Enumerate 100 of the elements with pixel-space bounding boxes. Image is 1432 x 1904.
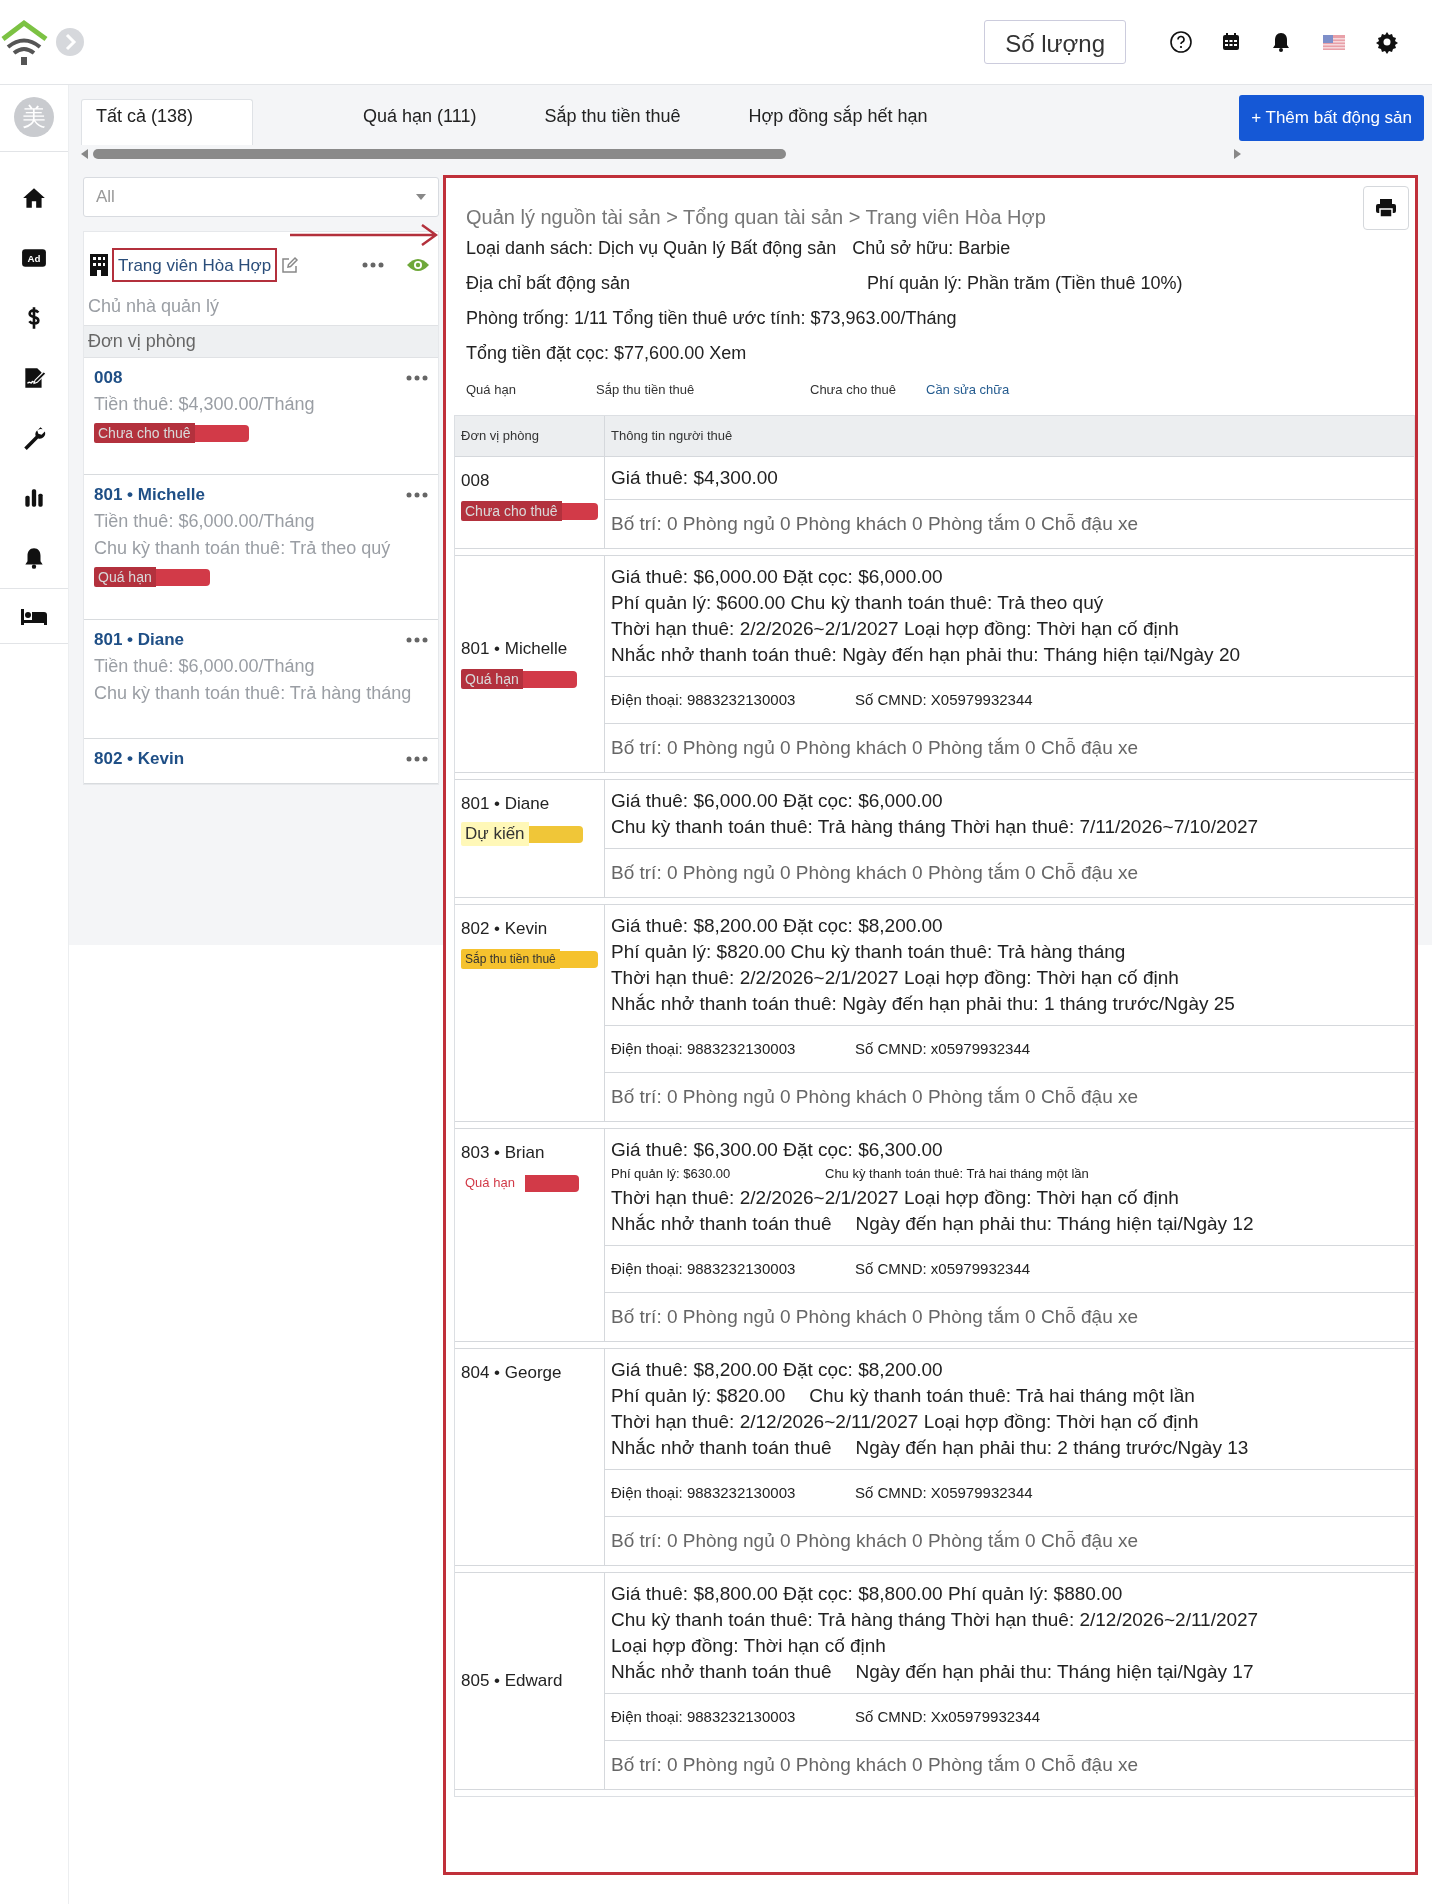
more-icon[interactable] — [406, 637, 428, 643]
wrench-icon[interactable] — [21, 425, 47, 451]
tenant-info: Nhắc nhở thanh toán thuê: Ngày đến hạn phải thu: 1 tháng trước/Ngày 25 — [611, 992, 1235, 1016]
more-icon[interactable] — [406, 756, 428, 762]
tenant-info: Điện thoại: 9883232130003 — [611, 1483, 797, 1503]
tenant-info: Điện thoại: 9883232130003 — [611, 1259, 797, 1279]
tenant-info: Giá thuê: $6,000.00 Đặt cọc: $6,000.00 — [611, 565, 943, 589]
tenant-info: Phí quản lý: $820.00 — [611, 1384, 786, 1408]
edit-icon[interactable] — [281, 256, 300, 274]
property-info: Địa chỉ bất động sản — [466, 273, 632, 294]
layout-info: Bố trí: 0 Phòng ngủ 0 Phòng khách 0 Phòng tắm 0 Chỗ đậu xe — [611, 736, 1139, 760]
tab[interactable]: Quá hạn (111) — [349, 99, 491, 145]
unit-name: 804 • George — [461, 1363, 563, 1383]
legend-label: Quá hạn — [466, 382, 517, 397]
column-header: Đơn vị phòng — [455, 416, 605, 456]
unit-item[interactable]: 008 Tiền thuê: $4,300.00/Tháng Chưa cho thuê — [84, 358, 438, 475]
tenant-info: Thời hạn thuê: 2/2/2026~2/1/2027 Loại hợp đồng: Thời hạn cố định — [611, 617, 1179, 641]
unit-name: 803 • Brian — [461, 1143, 546, 1163]
more-icon[interactable] — [362, 262, 384, 268]
breadcrumb: Quản lý nguồn tài sản > Tổng quan tài sản > Trang viên Hòa Hợp — [466, 206, 1046, 229]
scroll-left-icon[interactable] — [81, 149, 89, 159]
tenant-info: Nhắc nhở thanh toán thuê — [611, 1436, 832, 1460]
tenant-info: Số CMND: X05979932344 — [855, 1483, 1033, 1503]
unit-title: 008 — [94, 368, 123, 388]
unit-detail: Chu kỳ thanh toán thuê: Trả hàng tháng — [94, 683, 413, 704]
unit-name: 802 • Kevin — [461, 919, 549, 939]
tenant-info: Chu kỳ thanh toán thuê: Trả hàng tháng Thời hạn thuê: 7/11/2026~7/10/2027 — [611, 815, 1259, 839]
tenant-info: Số CMND: X05979932344 — [855, 690, 1033, 710]
tenant-info: Loại hợp đồng: Thời hạn cố định — [611, 1634, 886, 1658]
building-icon — [90, 254, 108, 276]
help-icon[interactable] — [1169, 30, 1193, 54]
layout-info: Bố trí: 0 Phòng ngủ 0 Phòng khách 0 Phòng tắm 0 Chỗ đậu xe — [611, 512, 1139, 536]
unit-title: 802 • Kevin — [94, 749, 185, 769]
printer-icon — [1376, 199, 1396, 217]
quantity-button[interactable]: Số lượng — [984, 20, 1126, 64]
layout-info: Bố trí: 0 Phòng ngủ 0 Phòng khách 0 Phòng tắm 0 Chỗ đậu xe — [611, 861, 1139, 885]
layout-info: Bố trí: 0 Phòng ngủ 0 Phòng khách 0 Phòng tắm 0 Chỗ đậu xe — [611, 1753, 1139, 1777]
status-label: Quá hạn — [464, 1174, 516, 1192]
layout-info: Bố trí: 0 Phòng ngủ 0 Phòng khách 0 Phòng tắm 0 Chỗ đậu xe — [611, 1085, 1139, 1109]
tenant-info: Nhắc nhở thanh toán thuê — [611, 1212, 832, 1236]
caret-icon — [416, 194, 426, 200]
tenant-info: Thời hạn thuê: 2/2/2026~2/1/2027 Loại hợp đồng: Thời hạn cố định — [611, 966, 1179, 990]
legend-label: Sắp thu tiền thuê — [596, 382, 696, 397]
tenant-info: Nhắc nhở thanh toán thuê: Ngày đến hạn phải thu: Tháng hiện tại/Ngày 20 — [611, 643, 1240, 667]
legend-label: Chưa cho thuê — [810, 382, 898, 397]
legend-link[interactable]: Cần sửa chữa — [926, 382, 1056, 397]
status-badge: Chưa cho thuê — [94, 423, 195, 443]
tenant-info: Điện thoại: 9883232130003 — [611, 690, 797, 710]
unit-item[interactable]: 802 • Kevin — [84, 739, 438, 784]
tenant-info: Chu kỳ thanh toán thuê: Trả hàng tháng Thời hạn thuê: 2/12/2026~2/11/2027 — [611, 1608, 1259, 1632]
more-icon[interactable] — [406, 492, 428, 498]
status-badge: Quá hạn — [461, 669, 523, 689]
scroll-right-icon[interactable] — [1233, 149, 1241, 159]
dropdown-value: All — [96, 187, 115, 207]
layout-info: Bố trí: 0 Phòng ngủ 0 Phòng khách 0 Phòng tắm 0 Chỗ đậu xe — [611, 1305, 1139, 1329]
tenant-info: Giá thuê: $6,000.00 Đặt cọc: $6,000.00 — [611, 789, 943, 813]
tenant-info: Nhắc nhở thanh toán thuê — [611, 1660, 832, 1684]
column-header: Thông tin người thuê — [610, 427, 734, 445]
unit-detail: Chu kỳ thanh toán thuê: Trả theo quý — [94, 538, 392, 559]
scrollbar-thumb[interactable] — [93, 149, 786, 159]
tab[interactable]: Tất cả (138) — [81, 99, 253, 145]
tenant-info: Số CMND: x05979932344 — [855, 1039, 1031, 1059]
status-badge: Sắp thu tiền thuê — [461, 949, 560, 969]
tenant-info: Ngày đến hạn phải thu: Tháng hiện tại/Ngày 12 — [855, 1212, 1254, 1236]
unit-item[interactable]: 801 • Diane Tiền thuê: $6,000.00/Tháng Chu kỳ thanh toán thuê: Trả hàng tháng — [84, 620, 438, 739]
property-name-link[interactable]: Trang viên Hòa Hợp — [112, 248, 278, 282]
print-button[interactable] — [1363, 186, 1409, 230]
tenant-info: Điện thoại: 9883232130003 — [611, 1707, 797, 1727]
tenant-info: Giá thuê: $8,800.00 Đặt cọc: $8,800.00 Phí quản lý: $880.00 — [611, 1582, 1123, 1606]
add-property-button[interactable]: + Thêm bất động sản — [1239, 95, 1424, 141]
unit-name: 801 • Diane — [461, 794, 551, 814]
layout-info: Bố trí: 0 Phòng ngủ 0 Phòng khách 0 Phòng tắm 0 Chỗ đậu xe — [611, 1529, 1139, 1553]
property-info: Chủ sở hữu: Barbie — [852, 238, 1011, 259]
eye-icon[interactable] — [406, 257, 430, 273]
tenant-info: Thời hạn thuê: 2/2/2026~2/1/2027 Loại hợp đồng: Thời hạn cố định — [611, 1186, 1179, 1210]
more-icon[interactable] — [406, 375, 428, 381]
property-info: Phòng trống: 1/11 Tổng tiền thuê ước tính: $73,963.00/Tháng — [466, 308, 957, 329]
tab[interactable]: Sắp thu tiền thuê — [530, 99, 695, 145]
status-badge: Chưa cho thuê — [461, 501, 562, 521]
tenant-info: Ngày đến hạn phải thu: Tháng hiện tại/Ngày 17 — [855, 1660, 1254, 1684]
unit-detail: Tiền thuê: $4,300.00/Tháng — [94, 394, 316, 415]
tab[interactable]: Hợp đồng sắp hết hạn — [734, 99, 942, 145]
landlord-label: Chủ nhà quản lý — [87, 295, 221, 318]
property-info: Tổng tiền đặt cọc: $77,600.00 Xem — [466, 343, 747, 364]
tenant-info: Chu kỳ thanh toán thuê: Trả hai tháng một lần — [825, 1165, 1089, 1183]
tenant-info: Ngày đến hạn phải thu: 2 tháng trước/Ngày 13 — [855, 1436, 1249, 1460]
tenant-info: Giá thuê: $8,200.00 Đặt cọc: $8,200.00 — [611, 1358, 943, 1382]
tenant-info: Giá thuê: $8,200.00 Đặt cọc: $8,200.00 — [611, 914, 943, 938]
unit-item[interactable]: 801 • Michelle Tiền thuê: $6,000.00/Tháng Chu kỳ thanh toán thuê: Trả theo quý Quá hạn — [84, 475, 438, 620]
tenant-info: Giá thuê: $4,300.00 — [611, 466, 778, 490]
wifi-house-logo[interactable] — [0, 17, 50, 67]
tenant-info: Thời hạn thuê: 2/12/2026~2/11/2027 Loại hợp đồng: Thời hạn cố định — [611, 1410, 1199, 1434]
property-info: Phí quản lý: Phần trăm (Tiền thuê 10%) — [867, 273, 1183, 294]
tenant-info: Chu kỳ thanh toán thuê: Trả hai tháng một lần — [809, 1384, 1195, 1408]
unit-detail: Tiền thuê: $6,000.00/Tháng — [94, 511, 316, 532]
unit-name: 008 — [461, 471, 491, 491]
tenant-info: Giá thuê: $6,300.00 Đặt cọc: $6,300.00 — [611, 1138, 943, 1162]
settings-icon[interactable] — [1375, 30, 1399, 54]
property-info: Loại danh sách: Dịch vụ Quản lý Bất động sản — [466, 238, 837, 259]
tenant-info: Điện thoại: 9883232130003 — [611, 1039, 797, 1059]
